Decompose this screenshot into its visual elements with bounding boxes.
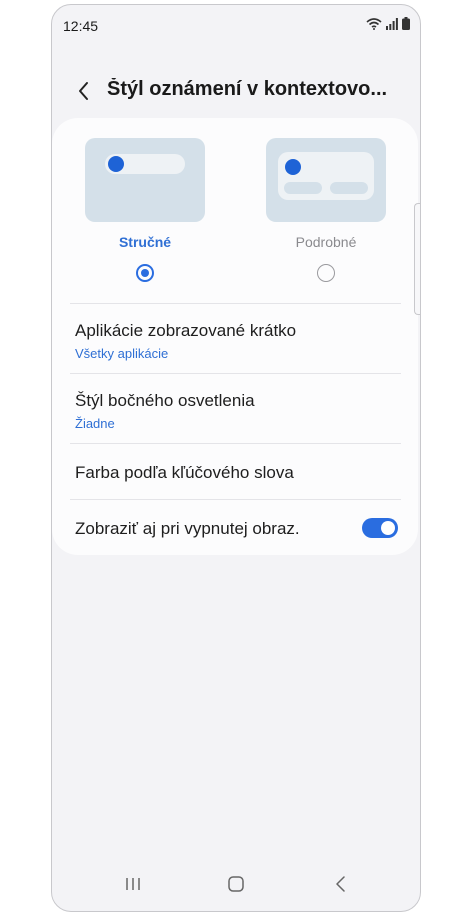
style-option-detailed[interactable]: Podrobné	[266, 138, 386, 282]
battery-icon	[402, 17, 410, 30]
setting-keyword-color[interactable]: Farba podľa kľúčového slova	[75, 463, 405, 483]
status-bar: 12:45	[52, 5, 420, 45]
navigation-bar	[52, 865, 420, 911]
signal-icon	[386, 17, 398, 30]
setting-title: Farba podľa kľúčového slova	[75, 463, 294, 482]
page-title: Štýl oznámení v kontextovo...	[107, 78, 388, 100]
scrollbar[interactable]	[414, 203, 420, 315]
setting-show-screen-off[interactable]: Zobraziť aj pri vypnutej obraz.	[75, 519, 405, 539]
screen-off-toggle[interactable]	[362, 518, 398, 538]
divider	[70, 373, 401, 374]
wifi-icon	[366, 17, 382, 30]
style-option-brief[interactable]: Stručné	[85, 138, 205, 282]
toggle-knob	[381, 521, 395, 535]
setting-apps-shown-briefly[interactable]: Aplikácie zobrazované krátko Všetky apli…	[75, 321, 405, 361]
setting-title: Aplikácie zobrazované krátko	[75, 321, 297, 340]
detailed-preview-image[interactable]	[266, 138, 386, 222]
home-icon[interactable]	[227, 875, 245, 893]
back-arrow-icon[interactable]	[72, 77, 96, 105]
brief-preview-image[interactable]	[85, 138, 205, 222]
setting-title: Zobraziť aj pri vypnutej obraz.	[75, 519, 300, 538]
back-icon[interactable]	[332, 875, 350, 893]
radio-detailed-unselected[interactable]	[317, 264, 335, 282]
app-header: Štýl oznámení v kontextovo...	[52, 67, 420, 117]
settings-card: Stručné Podrobné Aplikácie zobrazované k…	[52, 118, 418, 555]
recent-apps-icon[interactable]	[124, 875, 142, 893]
divider	[70, 499, 401, 500]
option-label-detailed: Podrobné	[295, 234, 357, 250]
status-time: 12:45	[63, 18, 99, 34]
phone-screen: 12:45 Štýl oznámení v kontextovo... Stru…	[51, 4, 421, 912]
setting-edge-lighting-style[interactable]: Štýl bočného osvetlenia Žiadne	[75, 391, 405, 431]
divider	[70, 303, 401, 304]
setting-value: Žiadne	[75, 416, 115, 431]
radio-brief-selected[interactable]	[136, 264, 154, 282]
status-icons	[366, 17, 410, 30]
setting-value: Všetky aplikácie	[75, 346, 169, 361]
option-label-brief: Stručné	[118, 234, 172, 250]
divider	[70, 443, 401, 444]
setting-title: Štýl bočného osvetlenia	[75, 391, 255, 410]
